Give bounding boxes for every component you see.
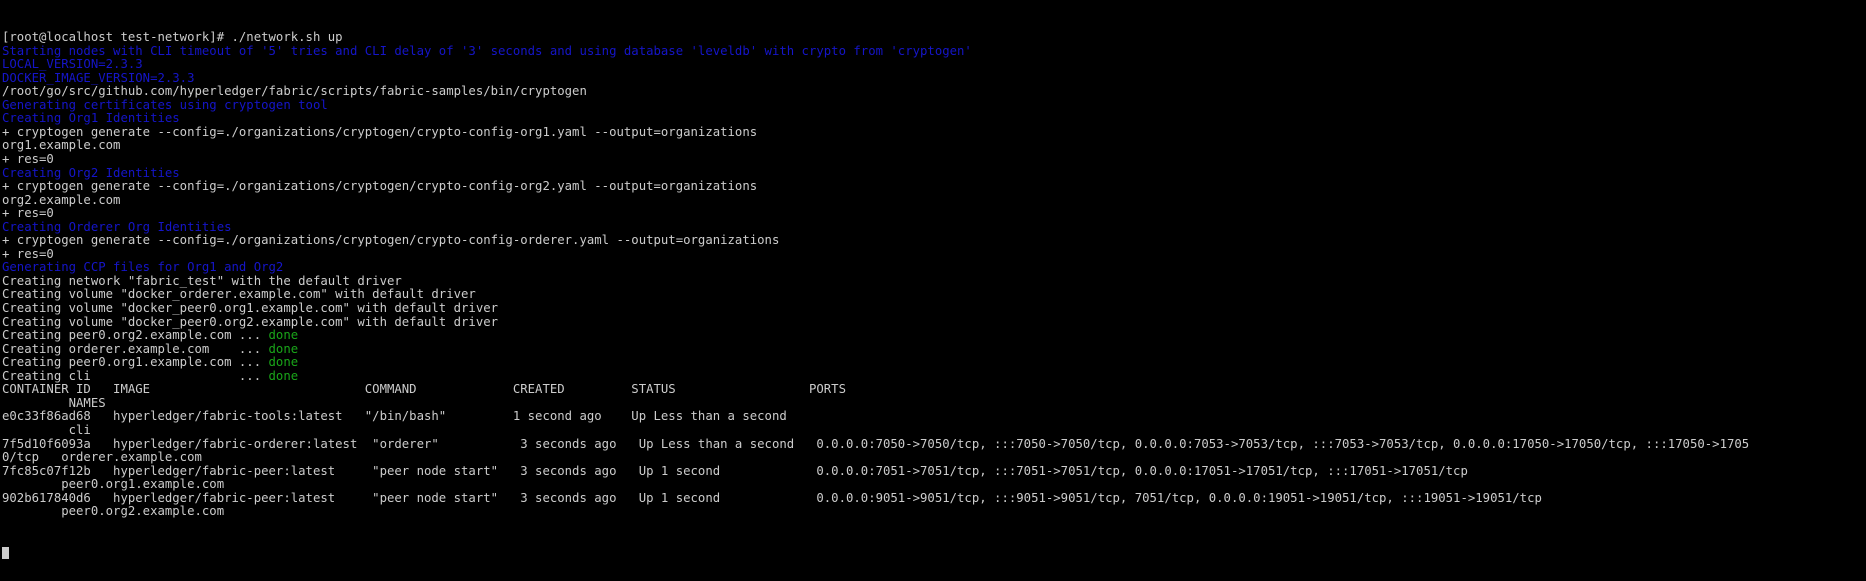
terminal-line-text: peer0.org1.example.com (2, 477, 225, 492)
terminal-line-status: done (268, 368, 299, 383)
terminal-line-status: done (268, 355, 299, 370)
terminal-line: NAMES (2, 395, 1866, 411)
terminal-line-text: Creating network "fabric_test" with the … (2, 273, 402, 288)
terminal-line: /root/go/src/github.com/hyperledger/fabr… (2, 85, 1866, 99)
terminal-line: e0c33f86ad68 hyperledger/fabric-tools:la… (2, 410, 1866, 424)
terminal-line-text: Generating CCP files for Org1 and Org2 (2, 260, 284, 275)
terminal-line: DOCKER_IMAGE_VERSION=2.3.3 (2, 70, 1866, 86)
terminal-line: Creating orderer.example.com ... done (2, 341, 1866, 357)
terminal-line-text: Creating cli ... (2, 368, 269, 383)
terminal-line-text: [root@localhost test-network]# ./network… (2, 30, 343, 45)
terminal-line: Creating peer0.org1.example.com ... done (2, 355, 1866, 370)
terminal-line: org1.example.com (2, 139, 1866, 153)
terminal-line-text: LOCAL_VERSION=2.3.3 (2, 57, 143, 72)
terminal-line-text: Creating peer0.org2.example.com ... (2, 328, 269, 343)
terminal-line: peer0.org2.example.com (2, 504, 1866, 519)
terminal-line-text: Creating Org1 Identities (2, 111, 180, 126)
terminal-line: + res=0 (2, 246, 1866, 262)
terminal-lines: [root@localhost test-network]# ./network… (2, 30, 1866, 519)
terminal-line: Creating Org2 Identities (2, 165, 1866, 181)
terminal-line: 7fc85c07f12b hyperledger/fabric-peer:lat… (2, 463, 1866, 479)
terminal-line: LOCAL_VERSION=2.3.3 (2, 57, 1866, 72)
terminal-line: Creating peer0.org2.example.com ... done (2, 328, 1866, 343)
terminal-line-text: peer0.org2.example.com (2, 504, 225, 519)
terminal-line-status: done (268, 328, 299, 343)
terminal-line: Creating network "fabric_test" with the … (2, 273, 1866, 289)
terminal-line-text: 7fc85c07f12b hyperledger/fabric-peer:lat… (2, 463, 1468, 478)
terminal-line-text: DOCKER_IMAGE_VERSION=2.3.3 (2, 70, 195, 85)
terminal-line-text: cli (2, 422, 91, 437)
terminal-line: org2.example.com (2, 192, 1866, 208)
terminal-line-text: Creating peer0.org1.example.com ... (2, 355, 269, 370)
terminal-line-text: + cryptogen generate --config=./organiza… (2, 233, 780, 248)
terminal-line-text: Creating Org2 Identities (2, 165, 180, 180)
terminal-line-text: Creating orderer.example.com ... (2, 341, 269, 356)
terminal-line-status: done (268, 341, 299, 356)
terminal-line-text: CONTAINER ID IMAGE COMMAND CREATED STATU… (2, 382, 846, 397)
terminal-line: + res=0 (2, 206, 1866, 221)
terminal-line-text: Creating Orderer Org Identities (2, 219, 232, 234)
terminal-line: 902b617840d6 hyperledger/fabric-peer:lat… (2, 490, 1866, 506)
terminal-line-text: + res=0 (2, 152, 54, 167)
terminal-line-text: Creating volume "docker_peer0.org1.examp… (2, 301, 499, 316)
cursor-block (2, 546, 10, 559)
terminal-line: + cryptogen generate --config=./organiza… (2, 124, 1866, 140)
terminal-line-text: Starting nodes with CLI timeout of '5' t… (2, 43, 972, 58)
terminal-line-text: 902b617840d6 hyperledger/fabric-peer:lat… (2, 490, 1542, 505)
terminal-line: Generating certificates using cryptogen … (2, 97, 1866, 113)
terminal-line: Creating volume "docker_peer0.org1.examp… (2, 301, 1866, 316)
terminal-line-text: + res=0 (2, 246, 54, 261)
terminal-line: cli (2, 422, 1866, 438)
terminal-line: Generating CCP files for Org1 and Org2 (2, 261, 1866, 275)
terminal-cursor-line (2, 546, 1866, 560)
terminal-line: Creating cli ... done (2, 368, 1866, 384)
terminal-line: [root@localhost test-network]# ./network… (2, 30, 1866, 45)
terminal-line-text: org1.example.com (2, 138, 121, 153)
terminal-line-text: Creating volume "docker_peer0.org2.examp… (2, 314, 499, 329)
terminal-line-text: e0c33f86ad68 hyperledger/fabric-tools:la… (2, 409, 787, 424)
terminal-line-text: NAMES (2, 395, 106, 410)
terminal-line-text: 0/tcp orderer.example.com (2, 450, 202, 465)
terminal-line: + cryptogen generate --config=./organiza… (2, 234, 1866, 248)
terminal-line-text: /root/go/src/github.com/hyperledger/fabr… (2, 84, 587, 99)
terminal-line-text: + cryptogen generate --config=./organiza… (2, 179, 758, 194)
terminal-line: + res=0 (2, 152, 1866, 167)
terminal-output[interactable]: [root@localhost test-network]# ./network… (0, 0, 1866, 581)
terminal-line-text: + cryptogen generate --config=./organiza… (2, 124, 758, 139)
terminal-line: 0/tcp orderer.example.com (2, 450, 1866, 465)
terminal-line-text: + res=0 (2, 206, 54, 221)
terminal-line: peer0.org1.example.com (2, 477, 1866, 492)
terminal-line: 7f5d10f6093a hyperledger/fabric-orderer:… (2, 436, 1866, 452)
terminal-line: Creating Orderer Org Identities (2, 219, 1866, 235)
terminal-line-text: org2.example.com (2, 192, 121, 207)
terminal-line: CONTAINER ID IMAGE COMMAND CREATED STATU… (2, 383, 1866, 397)
terminal-line: Creating volume "docker_peer0.org2.examp… (2, 314, 1866, 330)
terminal-line: Creating volume "docker_orderer.example.… (2, 288, 1866, 302)
terminal-line: Creating Org1 Identities (2, 112, 1866, 126)
terminal-line-text: Creating volume "docker_orderer.example.… (2, 287, 476, 302)
terminal-line-text: 7f5d10f6093a hyperledger/fabric-orderer:… (2, 436, 1750, 451)
terminal-line-text: Generating certificates using cryptogen … (2, 97, 328, 112)
terminal-line: + cryptogen generate --config=./organiza… (2, 179, 1866, 194)
terminal-line: Starting nodes with CLI timeout of '5' t… (2, 43, 1866, 59)
